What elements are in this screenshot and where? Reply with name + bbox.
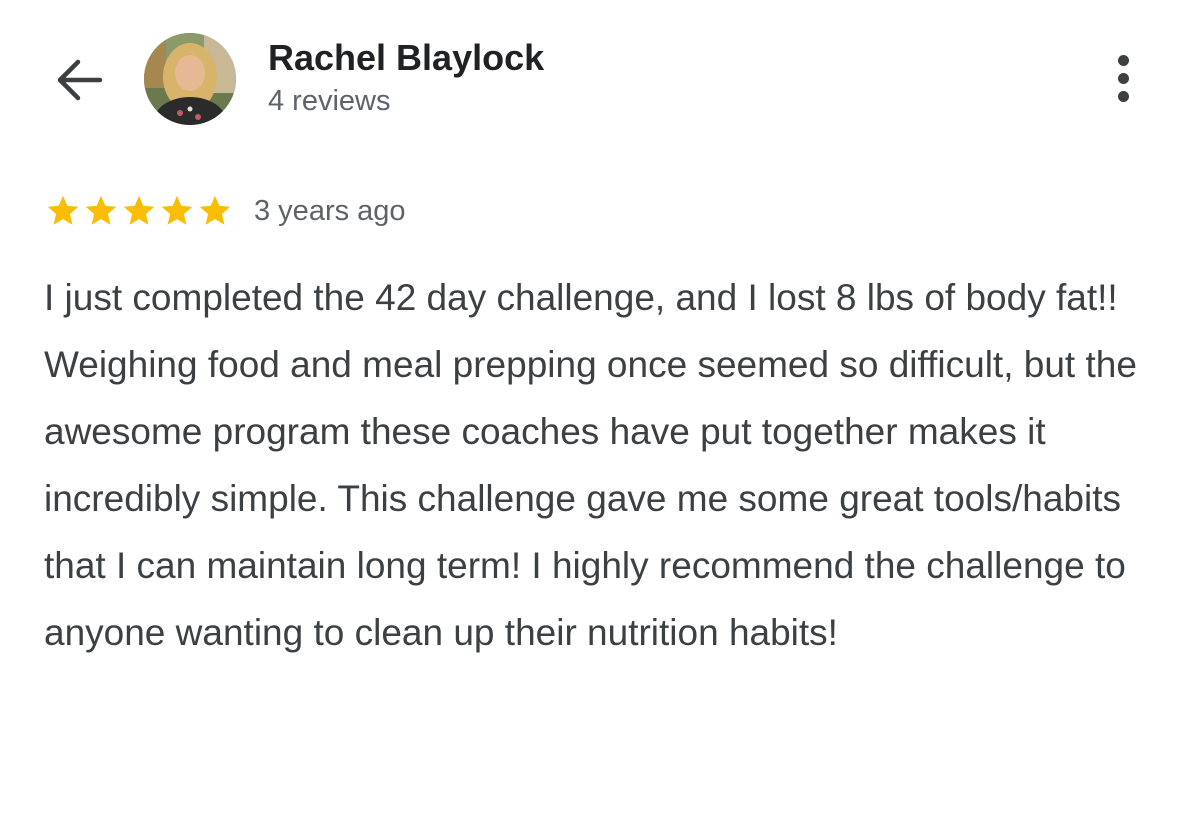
review-text: I just completed the 42 day challenge, a…: [44, 277, 1137, 653]
reviewer-review-count: 4 reviews: [268, 85, 391, 117]
star-icon: [47, 195, 79, 225]
star-icon: [161, 195, 193, 225]
avatar[interactable]: [144, 33, 236, 125]
star-icon: [199, 195, 231, 225]
review-time: 3 years ago: [254, 194, 406, 227]
star-icon: [85, 195, 117, 225]
reviewer-name[interactable]: Rachel Blaylock: [268, 36, 544, 80]
star-rating: [44, 193, 234, 229]
star-icon: [123, 195, 155, 225]
more-options-button[interactable]: [1098, 48, 1148, 108]
rating-row: 3 years ago: [44, 190, 406, 232]
back-button[interactable]: [40, 50, 116, 110]
arrow-left-icon: [57, 59, 103, 101]
more-vertical-icon: [1117, 54, 1129, 66]
